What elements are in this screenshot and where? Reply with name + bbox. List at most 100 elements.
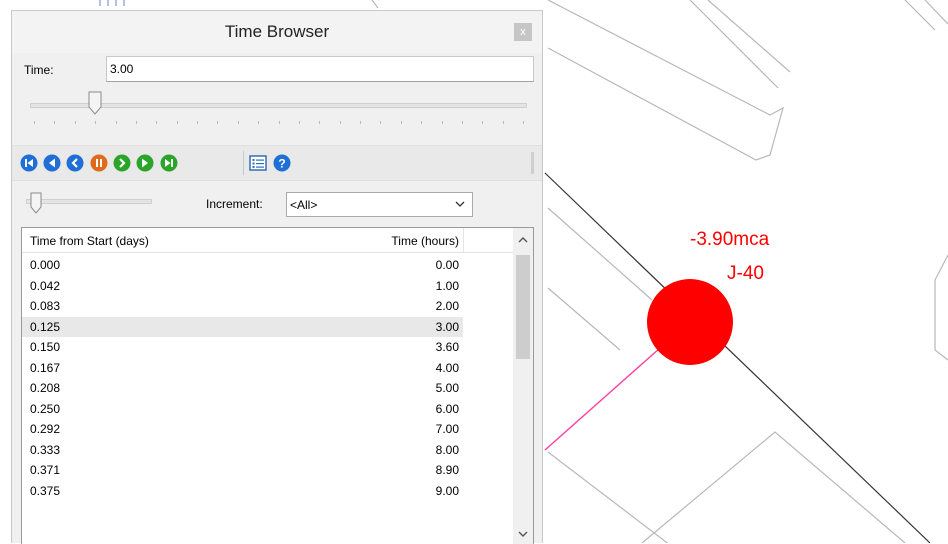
time-slider-track [30, 103, 527, 108]
options-list-icon [249, 155, 267, 171]
table-header: Time from Start (days) Time (hours) [22, 228, 533, 253]
slider-tick [503, 121, 504, 124]
cell-hours: 2.00 [435, 299, 459, 313]
play-backward-icon [66, 154, 84, 172]
help-button[interactable]: ? [273, 154, 291, 172]
go-to-end-icon [160, 154, 178, 172]
column-header-days[interactable]: Time from Start (days) [30, 234, 149, 248]
increment-label: Increment: [206, 197, 263, 211]
scrollbar-thumb[interactable] [516, 255, 530, 359]
time-slider[interactable] [30, 91, 527, 133]
time-input[interactable] [106, 56, 534, 82]
cell-hours: 9.00 [435, 483, 459, 498]
cell-hours: 3.60 [435, 340, 459, 354]
toolbar-grip [531, 152, 534, 174]
slider-tick [340, 121, 341, 124]
cell-days: 0.333 [30, 442, 61, 457]
slider-tick [442, 121, 443, 124]
pause-icon [90, 154, 108, 172]
cell-days: 0.083 [30, 299, 61, 313]
junction-node [647, 279, 733, 365]
cell-hours: 8.90 [435, 463, 459, 477]
slider-tick [319, 121, 320, 124]
slider-tick [217, 121, 218, 124]
table-row[interactable]: 0.042 1.00 [22, 276, 513, 297]
table-row[interactable]: 0.208 5.00 [22, 378, 513, 399]
close-icon: x [520, 26, 526, 38]
cell-hours: 1.00 [435, 278, 459, 293]
column-header-hours[interactable]: Time (hours) [311, 234, 459, 248]
column-divider [463, 228, 464, 252]
svg-text:?: ? [278, 157, 285, 171]
title-bar[interactable]: Time Browser x [12, 11, 542, 53]
slider-tick [95, 121, 96, 124]
increment-value: <All> [290, 198, 318, 212]
slider-tick [156, 121, 157, 124]
cell-days: 0.292 [30, 422, 61, 436]
cell-days: 0.371 [30, 463, 61, 477]
cell-days: 0.167 [30, 360, 61, 375]
step-forward-button[interactable] [136, 154, 154, 172]
speed-slider[interactable] [26, 192, 152, 218]
table-row[interactable]: 0.375 9.00 [22, 481, 513, 502]
step-forward-icon [136, 154, 154, 172]
options-button[interactable] [249, 154, 267, 172]
speed-slider-thumb[interactable] [30, 192, 42, 214]
time-browser-window: Time Browser x Time: 3.00 ? Increment: <… [11, 10, 543, 544]
time-slider-thumb[interactable] [88, 91, 102, 115]
time-table: Time from Start (days) Time (hours) 0.00… [21, 227, 534, 544]
scroll-down-arrow-icon[interactable] [513, 524, 533, 544]
slider-tick [197, 121, 198, 124]
play-forward-icon [113, 154, 131, 172]
table-body: 0.000 0.00 0.042 1.00 0.083 2.00 0.125 3.00 0.15… [22, 255, 513, 501]
play-backward-button[interactable] [66, 154, 84, 172]
cell-hours: 3.00 [435, 319, 459, 334]
cell-days: 0.000 [30, 258, 61, 272]
slider-tick [401, 121, 402, 124]
slider-tick [523, 121, 524, 124]
slider-tick [462, 121, 463, 124]
cell-hours: 8.00 [435, 442, 459, 457]
table-row[interactable]: 0.083 2.00 [22, 296, 513, 317]
time-label: Time: [24, 63, 54, 77]
cell-days: 0.042 [30, 278, 61, 293]
table-row[interactable]: 0.292 7.00 [22, 419, 513, 440]
go-to-start-button[interactable] [20, 154, 38, 172]
node-label: J-40 [727, 263, 764, 284]
slider-tick [421, 121, 422, 124]
increment-dropdown[interactable]: <All> [286, 192, 473, 217]
help-icon: ? [273, 154, 291, 172]
toolbar-separator [243, 151, 244, 175]
pressure-label: -3.90mca [690, 229, 770, 250]
scroll-up-arrow-icon[interactable] [513, 230, 533, 250]
speed-slider-track [26, 199, 152, 204]
play-forward-button[interactable] [113, 154, 131, 172]
cell-days: 0.375 [30, 483, 61, 498]
step-back-button[interactable] [43, 154, 61, 172]
table-row[interactable]: 0.371 8.90 [22, 460, 513, 481]
slider-tick [54, 121, 55, 124]
slider-tick [177, 121, 178, 124]
slider-tick [136, 121, 137, 124]
table-row[interactable]: 0.333 8.00 [22, 440, 513, 461]
cell-hours: 4.00 [435, 360, 459, 375]
slider-tick [299, 121, 300, 124]
table-row[interactable]: 0.125 3.00 [22, 316, 463, 337]
go-to-end-button[interactable] [160, 154, 178, 172]
vertical-scrollbar[interactable] [513, 228, 533, 544]
slider-tick [34, 121, 35, 124]
table-row[interactable]: 0.167 4.00 [22, 358, 513, 379]
cell-hours: 7.00 [435, 422, 459, 436]
cell-days: 0.208 [30, 381, 61, 395]
cell-days: 0.250 [30, 401, 61, 416]
playback-toolbar: ? [12, 145, 542, 181]
table-row[interactable]: 0.150 3.60 [22, 337, 513, 358]
table-row[interactable]: 0.000 0.00 [22, 255, 513, 276]
cell-days: 0.125 [30, 319, 61, 334]
pause-button[interactable] [90, 154, 108, 172]
cell-hours: 5.00 [435, 381, 459, 395]
slider-tick [238, 121, 239, 124]
table-row[interactable]: 0.250 6.00 [22, 399, 513, 420]
close-button[interactable]: x [514, 23, 532, 41]
step-back-icon [43, 154, 61, 172]
